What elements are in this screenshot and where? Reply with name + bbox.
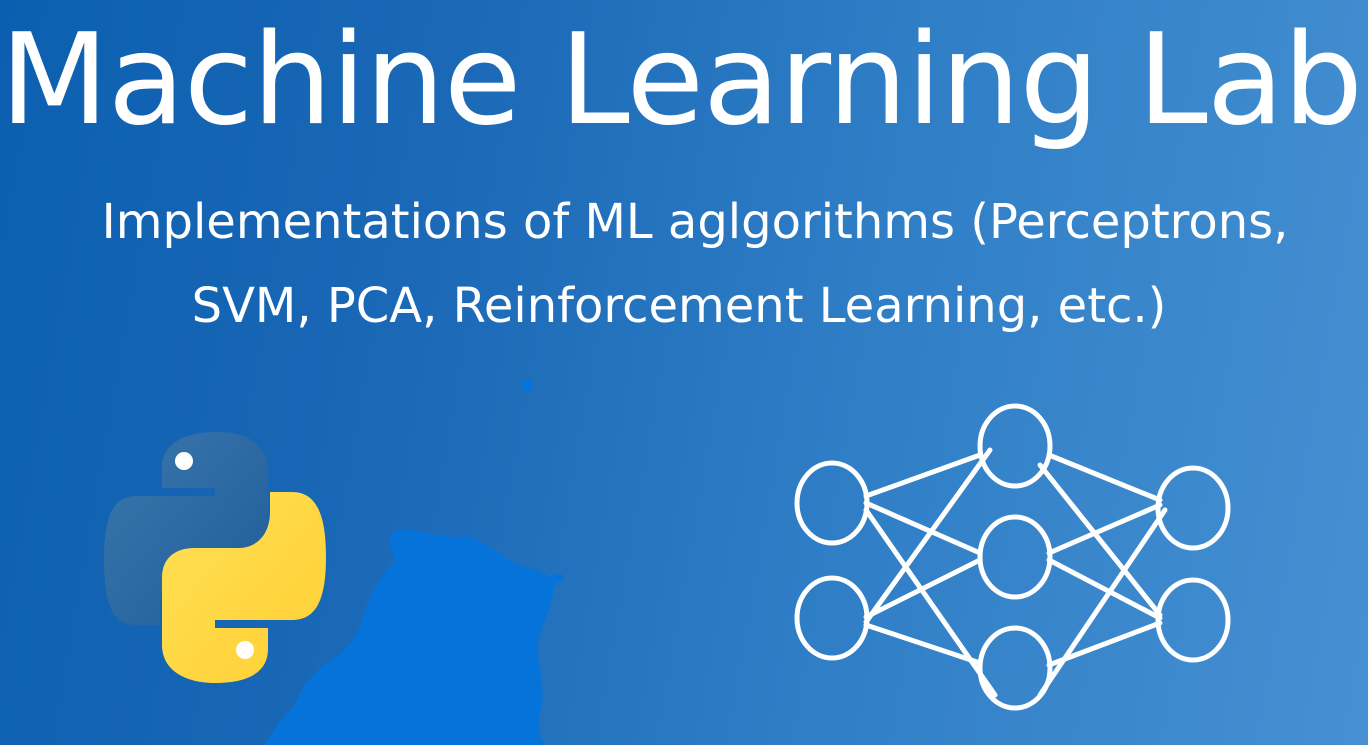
banner: Machine Learning Labs Implementations of… (0, 0, 1368, 745)
neural-network-icon (794, 403, 1231, 711)
